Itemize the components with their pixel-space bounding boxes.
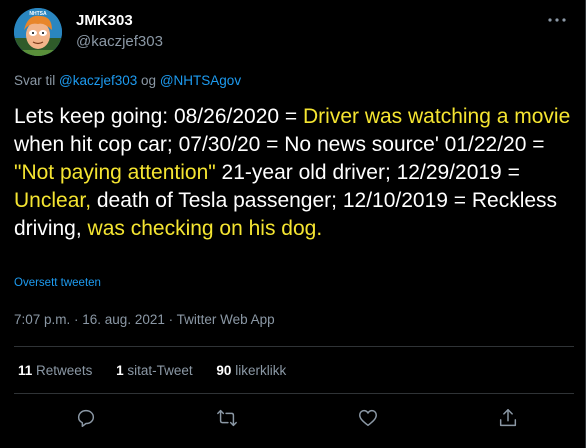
- quotes-label: sitat-Tweet: [127, 363, 193, 378]
- avatar-image: NHTSA: [14, 8, 62, 56]
- retweet-icon: [217, 409, 237, 427]
- reply-prefix: Svar til: [14, 73, 56, 88]
- likes-label: likerklikk: [235, 363, 287, 378]
- tweet-stats: 11 Retweets 1 sitat-Tweet 90 likerklikk: [18, 363, 306, 378]
- divider: [14, 393, 574, 394]
- tweet-text-segment: Lets keep going: 08/26/2020 =: [14, 105, 303, 128]
- author-handle[interactable]: @kaczjef303: [76, 33, 163, 50]
- divider: [14, 346, 574, 347]
- likes-count: 90: [216, 363, 232, 378]
- tweet-timestamp[interactable]: 7:07 p.m. · 16. aug. 2021 · Twitter Web …: [14, 312, 275, 327]
- reply-conjunction: og: [141, 73, 157, 88]
- heart-icon: [359, 409, 377, 427]
- translate-tweet-link[interactable]: Oversett tweeten: [14, 277, 101, 289]
- tweet-text-segment: when hit cop car; 07/30/20 = No news sou…: [14, 133, 545, 156]
- tweet-text-highlight: "Not paying attention": [14, 161, 216, 184]
- tweet-text-segment: 21-year old driver; 12/29/2019 =: [215, 161, 520, 184]
- likes-stat[interactable]: 90 likerklikk: [216, 363, 286, 378]
- mention-link[interactable]: @kaczjef303: [59, 73, 137, 88]
- quotes-stat[interactable]: 1 sitat-Tweet: [116, 363, 193, 378]
- share-button[interactable]: [497, 407, 519, 429]
- reply-context: Svar til @kaczjef303 og @NHTSAgov: [14, 73, 241, 88]
- more-options-button[interactable]: [545, 8, 569, 32]
- author-name[interactable]: JMK303: [76, 12, 133, 29]
- avatar-text: NHTSA: [29, 11, 47, 17]
- share-icon: [499, 409, 517, 427]
- tweet-text-highlight: was checking on his dog.: [87, 217, 323, 240]
- mention-link[interactable]: @NHTSAgov: [160, 73, 241, 88]
- retweet-button[interactable]: [216, 407, 238, 429]
- avatar[interactable]: NHTSA: [14, 8, 62, 56]
- reply-button[interactable]: [75, 407, 97, 429]
- like-button[interactable]: [357, 407, 379, 429]
- tweet-text: Lets keep going: 08/26/2020 = Driver was…: [14, 103, 574, 243]
- quotes-count: 1: [116, 363, 124, 378]
- retweets-count: 11: [18, 363, 33, 378]
- tweet-text-highlight: Unclear,: [14, 189, 92, 212]
- comment-icon: [77, 409, 95, 427]
- more-dots-icon: [548, 18, 566, 22]
- tweet-container: NHTSA JMK303 @kaczjef303 Svar til @kaczj…: [0, 0, 586, 448]
- tweet-text-highlight: Driver was watching a movie: [303, 105, 571, 128]
- retweets-label: Retweets: [36, 363, 93, 378]
- retweets-stat[interactable]: 11 Retweets: [18, 363, 92, 378]
